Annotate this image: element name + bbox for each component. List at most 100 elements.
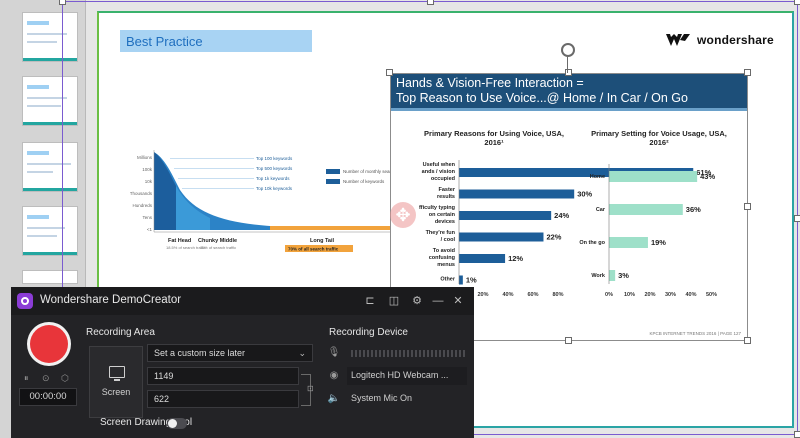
reason-bar	[459, 232, 544, 242]
setting-x-tick-label: 40%	[685, 292, 696, 298]
resize-handle[interactable]	[794, 431, 800, 438]
mic-row[interactable]: 🔈 System Mic On	[327, 390, 470, 408]
reason-bar	[459, 254, 506, 263]
recording-area-label: Recording Area	[86, 327, 155, 338]
screen-mode-button[interactable]: Screen	[89, 346, 143, 418]
width-input[interactable]: 1149	[147, 367, 299, 385]
close-icon[interactable]: ✕	[451, 294, 465, 308]
y-axis-label: 100k	[142, 167, 153, 172]
resize-handle[interactable]	[794, 215, 800, 222]
setting-x-tick-label: 30%	[665, 292, 676, 298]
reason-x-tick-label: 20%	[477, 292, 488, 298]
size-dropdown-value: Set a custom size later	[154, 348, 246, 358]
setting-bar	[609, 204, 683, 215]
preview-icon[interactable]: ◫	[387, 294, 401, 308]
long-tail-keyword-labels: Top 100 keywords Top 500 keywords Top 1k k…	[170, 156, 293, 191]
stop-icon[interactable]: ⊙	[42, 373, 50, 385]
long-tail-chart: Millions 100k 10k Thousands Hundreds Tens <1 T…	[130, 150, 410, 260]
reason-x-tick-label: 80%	[552, 292, 563, 298]
webcam-label: Logitech HD Webcam ...	[351, 370, 449, 380]
setting-bar	[609, 171, 698, 182]
screen-drawing-tool-toggle[interactable]	[167, 418, 187, 429]
mic-label: System Mic On	[351, 393, 413, 403]
settings-gear-icon[interactable]: ⚙	[410, 294, 424, 308]
y-axis-label: 10k	[145, 179, 153, 184]
screen-label: Screen	[101, 387, 131, 397]
rotate-handle[interactable]	[561, 43, 575, 57]
reason-category-label: To avoid	[433, 248, 455, 254]
setting-x-tick-label: 50%	[706, 292, 717, 298]
audio-level-meter	[351, 350, 466, 357]
minimize-icon[interactable]: —	[431, 294, 445, 308]
category-long-tail: Long Tail	[310, 238, 335, 244]
wondershare-logo-icon	[666, 34, 690, 46]
system-audio-row[interactable]: 🎙	[327, 344, 470, 362]
reason-category-label: fficulty typing	[419, 205, 455, 211]
setting-category-label: Work	[591, 273, 606, 279]
category-fat-head: Fat Head	[168, 238, 191, 244]
keyword-label: Top 100 keywords	[256, 156, 293, 161]
reason-value-label: 24%	[554, 211, 569, 220]
democreator-recorder: Wondershare DemoCreator ⊏ ◫ ⚙ — ✕ ⏸ ⊙ ⬡ …	[11, 287, 474, 438]
chunky-middle-note: 11% of search traffic	[200, 245, 236, 250]
keyword-label: Top 1k keywords	[256, 176, 290, 181]
resize-handle[interactable]	[59, 0, 66, 5]
reason-category-label: on certain	[429, 212, 456, 218]
record-button[interactable]	[30, 325, 68, 363]
picture-handle[interactable]	[744, 69, 751, 76]
chevron-down-icon: ⌄	[298, 348, 306, 358]
lock-icon[interactable]: ⊡	[307, 384, 314, 393]
setting-x-tick-label: 20%	[644, 292, 655, 298]
reason-category-label: Other	[440, 277, 456, 283]
best-practice-banner: Best Practice	[120, 30, 312, 52]
category-chunky-middle: Chunky Middle	[198, 238, 237, 244]
reason-category-label: devices	[435, 219, 455, 225]
reason-category-label: menus	[437, 262, 455, 268]
reason-category-label: confusing	[429, 255, 455, 261]
reason-bar	[459, 211, 552, 220]
reason-bar	[459, 275, 463, 285]
resize-handle[interactable]	[794, 0, 800, 5]
shield-icon[interactable]: ⬡	[61, 373, 69, 385]
recording-device-label: Recording Device	[329, 327, 408, 338]
recorder-title: Wondershare DemoCreator	[40, 294, 182, 306]
webcam-row[interactable]: ◉ Logitech HD Webcam ...	[327, 367, 470, 385]
keyword-label: Top 10k keywords	[256, 186, 293, 191]
reason-category-label: / cool	[441, 237, 456, 243]
logo-text: wondershare	[697, 33, 774, 47]
reason-value-label: 1%	[466, 276, 477, 285]
y-axis-label: Millions	[137, 155, 153, 160]
setting-x-tick-label: 10%	[624, 292, 635, 298]
reason-category-label: occupied	[431, 176, 455, 182]
resize-handle[interactable]	[427, 0, 434, 5]
recording-timer: 00:00:00	[19, 388, 77, 406]
picture-handle[interactable]	[744, 203, 751, 210]
picture-handle[interactable]	[386, 69, 393, 76]
setting-bar	[609, 270, 616, 281]
reason-category-label: They're fun	[426, 230, 456, 236]
picture-footer: KPCB INTERNET TRENDS 2016 | PAGE 127	[649, 331, 741, 336]
reason-x-tick-label: 40%	[502, 292, 513, 298]
size-dropdown[interactable]: Set a custom size later ⌄	[147, 344, 313, 362]
setting-x-tick-label: 0%	[605, 292, 613, 298]
reason-category-label: ands / vision	[422, 169, 456, 175]
webcam-icon: ◉	[329, 370, 339, 381]
reason-value-label: 22%	[546, 233, 561, 242]
reason-category-label: results	[437, 194, 455, 200]
wondershare-logo: wondershare	[665, 33, 774, 47]
speaker-icon: 🔈	[327, 393, 341, 404]
setting-category-label: On the go	[579, 240, 605, 246]
panel-icon[interactable]: ⊏	[363, 294, 377, 308]
picture-handle[interactable]	[744, 337, 751, 344]
picture-handle[interactable]	[565, 337, 572, 344]
pause-icon[interactable]: ⏸	[24, 373, 29, 385]
y-axis-label: Thousands	[130, 191, 153, 196]
long-tail-note: 70% of all search traffic	[288, 247, 339, 252]
long-tail-y-labels: Millions 100k 10k Thousands Hundreds Tens <1	[130, 155, 153, 232]
setting-category-label: Car	[596, 207, 606, 213]
recorder-titlebar: Wondershare DemoCreator ⊏ ◫ ⚙ — ✕	[11, 287, 474, 315]
height-input[interactable]: 622	[147, 390, 299, 408]
democreator-app-icon	[17, 293, 33, 309]
reason-x-tick-label: 60%	[527, 292, 538, 298]
reason-value-label: 12%	[508, 254, 523, 263]
